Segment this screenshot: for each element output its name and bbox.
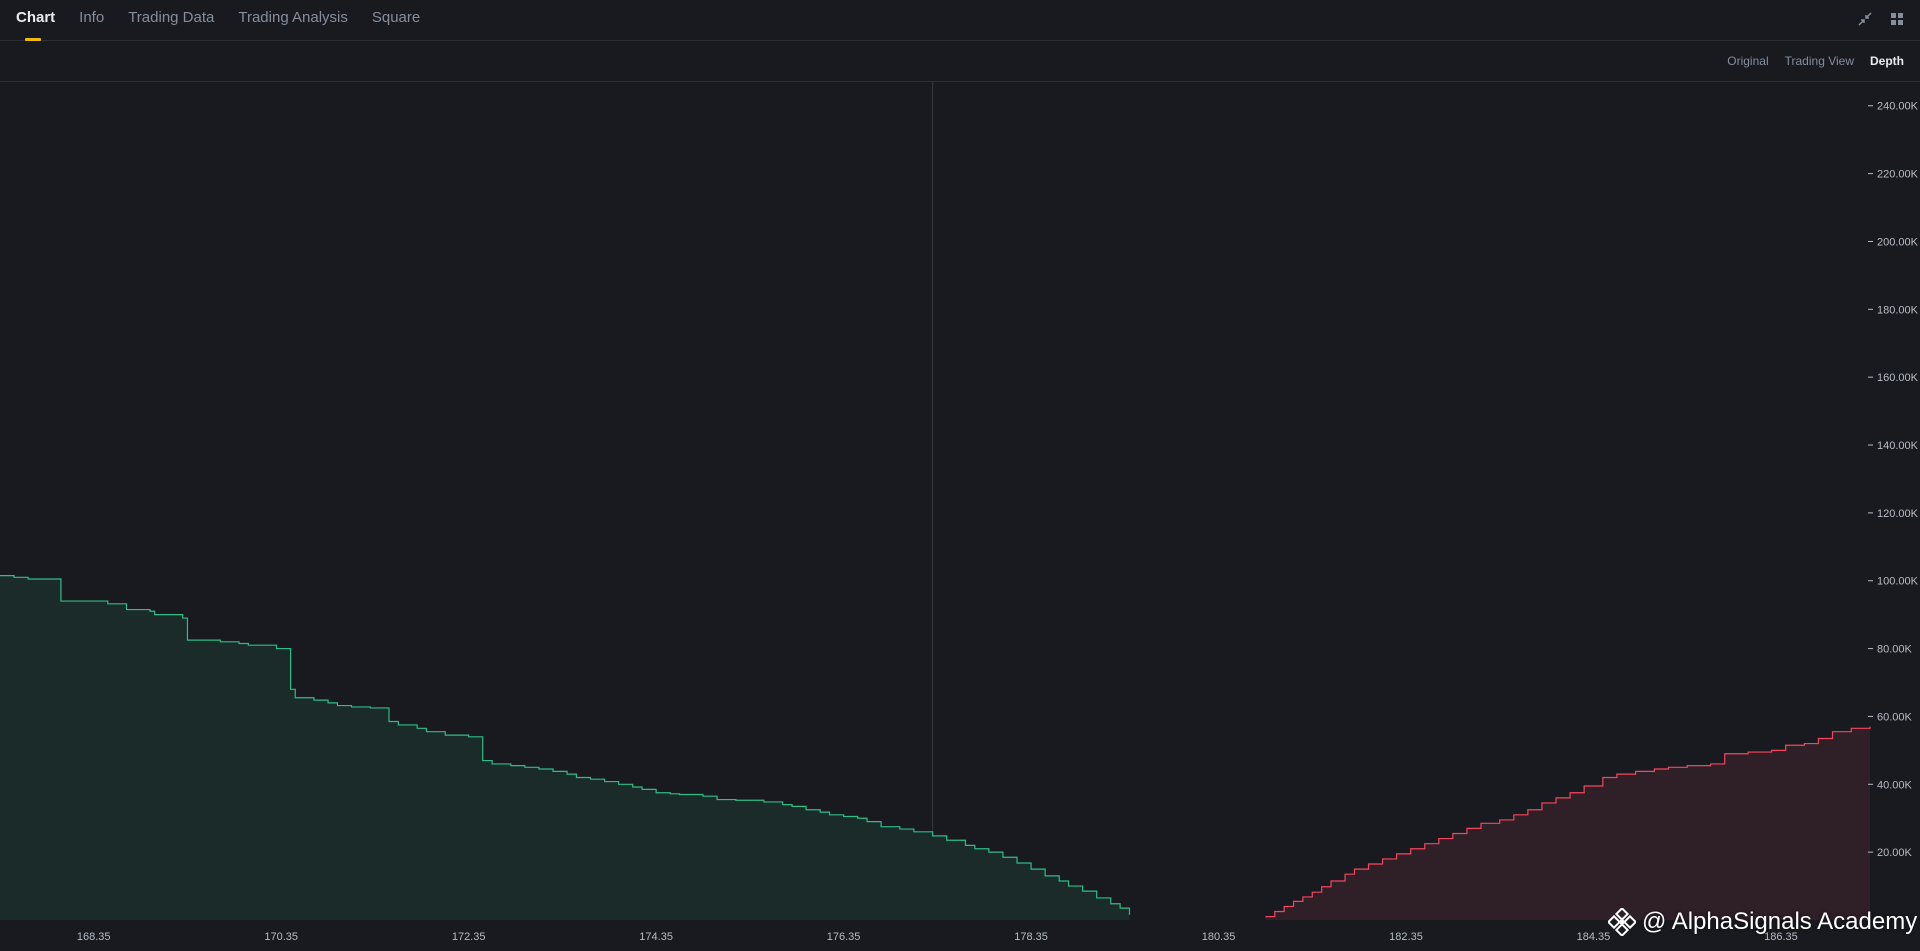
y-tick-label: 140.00K [1877,440,1919,452]
y-tick-label: 40.00K [1877,779,1913,791]
binance-logo-icon [1608,908,1636,936]
y-tick-label: 240.00K [1877,101,1919,113]
y-tick-label: 20.00K [1877,847,1913,859]
tab-chart[interactable]: Chart [16,0,55,41]
view-depth-button[interactable]: Depth [1870,54,1904,68]
y-tick-label: 160.00K [1877,372,1919,384]
watermark: @ AlphaSignals Academy [1608,908,1917,936]
collapse-arrows-icon[interactable] [1856,10,1874,28]
y-tick-label: 180.00K [1877,304,1919,316]
tab-trading-data[interactable]: Trading Data [128,0,214,41]
tab-trading-analysis[interactable]: Trading Analysis [238,0,348,41]
top-icon-group [1856,10,1906,28]
view-switcher: Original Trading View Depth [1727,41,1904,81]
grid-layout-icon[interactable] [1888,10,1906,28]
x-tick-label: 180.35 [1202,931,1236,943]
view-original-button[interactable]: Original [1727,54,1768,68]
x-tick-label: 168.35 [77,931,111,943]
watermark-text: @ AlphaSignals Academy [1642,908,1918,935]
x-tick-label: 184.35 [1577,931,1611,943]
y-tick-label: 60.00K [1877,711,1913,723]
tab-square[interactable]: Square [372,0,420,41]
tab-list: Chart Info Trading Data Trading Analysis… [16,0,444,41]
x-tick-label: 178.35 [1014,931,1048,943]
x-tick-label: 176.35 [827,931,861,943]
asks-depth-area [1265,726,1870,920]
depth-chart[interactable]: 20.00K 40.00K 60.00K 80.00K 100.00K 120.00K 14… [0,82,1920,951]
top-navigation-bar: Chart Info Trading Data Trading Analysis… [0,0,1920,41]
x-tick-label: 182.35 [1389,931,1423,943]
chart-view-bar: Original Trading View Depth [0,41,1920,82]
x-tick-label: 170.35 [264,931,298,943]
view-trading-view-button[interactable]: Trading View [1785,54,1854,68]
y-tick-label: 100.00K [1877,576,1919,588]
tab-info[interactable]: Info [79,0,104,41]
y-tick-label: 200.00K [1877,236,1919,248]
x-tick-label: 172.35 [452,931,486,943]
x-tick-label: 174.35 [639,931,673,943]
y-tick-label: 80.00K [1877,644,1913,656]
y-tick-label: 220.00K [1877,169,1919,181]
bids-depth-area [0,575,1130,920]
y-tick-label: 120.00K [1877,508,1919,520]
